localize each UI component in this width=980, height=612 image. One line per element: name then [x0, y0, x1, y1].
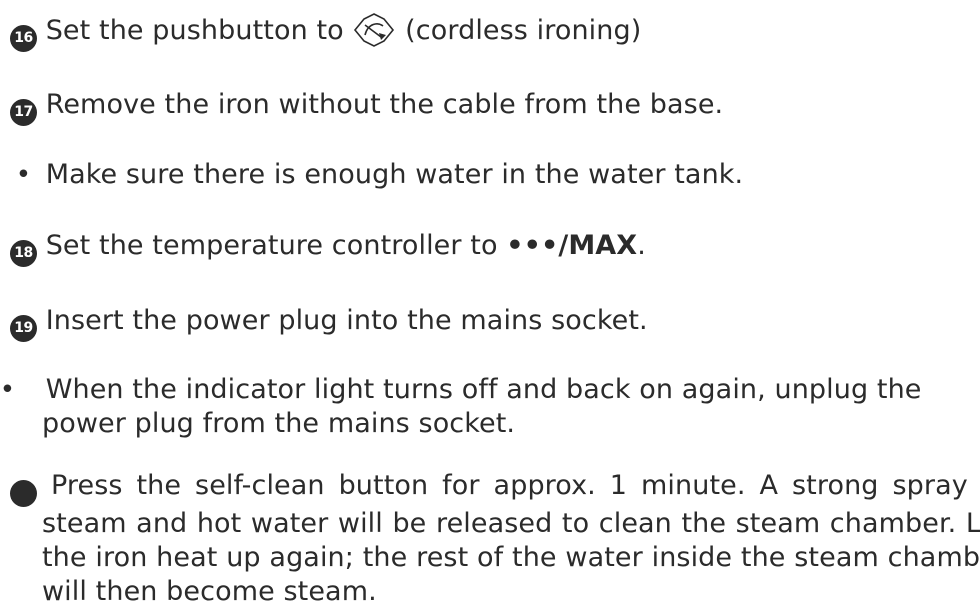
step-number-badge: 19 [10, 315, 37, 342]
step-number-badge: 18 [10, 240, 37, 267]
step-text: Insert the power plug into the mains soc… [45, 305, 648, 336]
bullet-marker: • [15, 160, 32, 190]
step-text: Set the pushbutton to [45, 15, 344, 46]
bullet-text: When the indicator light turns off and b… [42, 374, 922, 439]
bullet-indicator-light: • When the indicator light turns off and… [0, 373, 980, 441]
step-20: 20 Press the self-clean button for appro… [10, 469, 980, 609]
step-17: 17 Remove the iron without the cable fro… [10, 88, 976, 126]
step-text-suffix: (cordless ironing) [405, 15, 642, 46]
cordless-ironing-icon [354, 13, 395, 47]
temperature-setting: •••/MAX [506, 230, 638, 261]
step-number-badge: 20 [10, 480, 37, 507]
bullet-marker: • [0, 375, 16, 405]
step-text: Set the temperature controller to [45, 230, 507, 261]
step-19: 19 Insert the power plug into the mains … [10, 304, 976, 342]
bullet-water-tank: • Make sure there is enough water in the… [10, 158, 976, 192]
bullet-text: Make sure there is enough water in the w… [45, 159, 744, 190]
step-18: 18 Set the temperature controller to •••… [10, 229, 976, 267]
step-number-badge: 16 [10, 25, 37, 52]
step-number-badge: 17 [10, 99, 37, 126]
step-16: 16 Set the pushbutton to (cordless ironi… [10, 13, 976, 52]
step-text: Press the self-clean button for approx. … [42, 470, 980, 607]
step-text: Remove the iron without the cable from t… [45, 89, 724, 120]
step-text-suffix: . [637, 230, 646, 261]
